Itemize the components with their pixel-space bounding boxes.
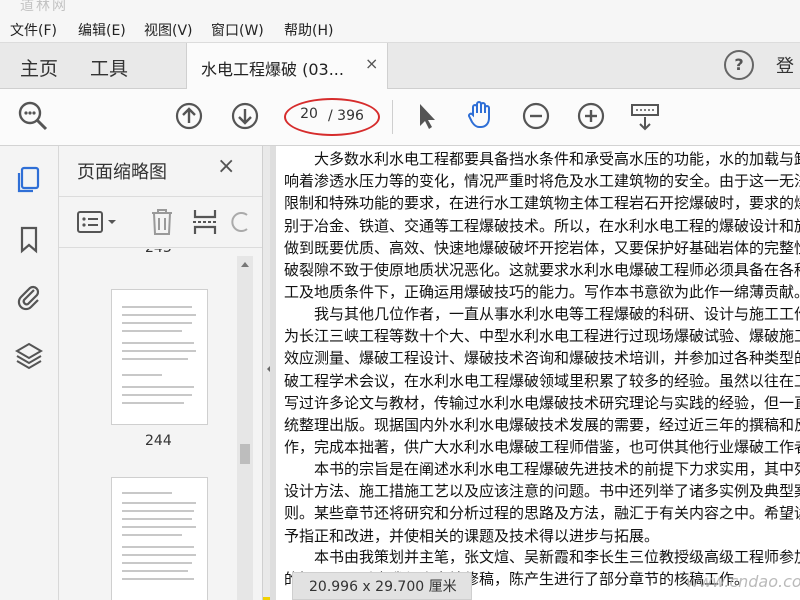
text-line: 统整理出版。现据国内外水利水电爆破技术发展的需要，经过近三年的撰稿和反	[284, 416, 800, 435]
menu-view[interactable]: 视图(V)	[144, 20, 193, 40]
text-line: 别于冶金、铁道、交通等工程爆破技术。所以，在水利水电工程的爆破设计和施工中	[284, 216, 800, 235]
toolbar-separator	[392, 100, 393, 134]
menu-file[interactable]: 文件(F)	[10, 20, 57, 40]
search-icon[interactable]	[16, 99, 50, 133]
text-line: 效应测量、爆破工程设计、爆破技术咨询和爆破技术培训，并参加过各种类型的国	[284, 349, 800, 368]
hand-tool-icon[interactable]	[464, 97, 498, 131]
text-line: 设计方法、施工措施工艺以及应该注意的问题。书中还列举了诸多实例及典型案例	[284, 482, 800, 501]
scrollbar-thumb[interactable]	[240, 444, 250, 464]
scroll-up-icon[interactable]	[240, 260, 250, 268]
text-line: 本书的宗旨是在阐述水利水电工程爆破先进技术的前提下力求实用，其中列	[284, 460, 800, 478]
menu-edit[interactable]: 编辑(E)	[78, 20, 126, 40]
bookmark-icon[interactable]	[14, 224, 44, 254]
document-page: 大多数水利水电工程都要具备挡水条件和承受高水压的功能，水的加载与卸 响着渗透水压力…	[276, 146, 800, 600]
thumbnail-label: 243	[145, 249, 172, 256]
next-page-icon[interactable]	[228, 99, 262, 133]
thumbnails-panel-title: 页面缩略图	[77, 162, 167, 183]
text-line: 工及地质条件下，正确运用爆破技巧的能力。写作本书意欲为此作一绵薄贡献。	[284, 283, 800, 302]
watermark: 道林网	[20, 0, 68, 14]
help-icon[interactable]: ?	[724, 50, 754, 80]
text-line: 做到既要优质、高效、快速地爆破破坏开挖岩体，又要保护好基础岩体的完整性，	[284, 238, 800, 257]
page-size-status: 20.996 x 29.700 厘米	[292, 572, 472, 600]
text-line: 作，完成本拙著，供广大水利水电爆破工程师借鉴，也可供其他行业爆破工作者参考	[284, 438, 800, 457]
menu-bar: 文件(F) 编辑(E) 视图(V) 窗口(W) 帮助(H)	[0, 14, 800, 43]
close-tab-icon[interactable]: ×	[365, 54, 378, 73]
thumbnail-list: 243 244	[59, 249, 237, 600]
thumbnail-scrollbar[interactable]	[237, 256, 253, 600]
page-thumbnail[interactable]	[111, 289, 208, 425]
document-tab-title: 水电工程爆破 (03...	[201, 60, 344, 79]
text-line: 写过许多论文与教材，传输过水利水电爆破技术研究理论与实践的经验，但一直未	[284, 393, 800, 412]
text-line: 本书由我策划并主笔，张文煊、吴新霞和李长生三位教授级高级工程师参加了	[284, 548, 800, 566]
menu-help[interactable]: 帮助(H)	[284, 20, 333, 40]
text-line: 破裂隙不致于使原地质状况恶化。这就要求水利水电爆破工程师必须具备在各种	[284, 261, 800, 280]
select-cursor-icon[interactable]	[410, 99, 444, 133]
tab-tools[interactable]: 工具	[90, 54, 128, 81]
previous-page-icon[interactable]	[172, 99, 206, 133]
login-button[interactable]: 登	[776, 52, 794, 78]
page-thumbnails-icon[interactable]	[14, 165, 44, 195]
text-line: 大多数水利水电工程都要具备挡水条件和承受高水压的功能，水的加载与卸	[284, 150, 800, 168]
tab-bar: 主页 工具	[0, 43, 800, 89]
paragraph: 我与其他几位作者，一直从事水利水电等工程爆破的科研、设计与施工工作。 为长江三峡工…	[284, 303, 800, 458]
toolbar	[0, 89, 800, 146]
thumbnail-toolbar	[59, 196, 262, 248]
highlight-annotation	[284, 98, 380, 136]
thumbnail-label: 244	[145, 433, 172, 449]
attachment-icon[interactable]	[14, 282, 44, 312]
insert-page-icon[interactable]	[191, 207, 219, 237]
text-line: 予指正和改进，并使相关的课题及技术得以进步与拓展。	[284, 526, 660, 545]
paragraph: 本书的宗旨是在阐述水利水电工程爆破先进技术的前提下力求实用，其中列 设计方法、施工…	[284, 458, 800, 547]
document-viewer[interactable]: 大多数水利水电工程都要具备挡水条件和承受高水压的功能，水的加载与卸 响着渗透水压力…	[270, 146, 800, 600]
thumbnail-options-icon[interactable]	[77, 209, 121, 235]
navigation-rail	[0, 146, 59, 600]
page-thumbnail[interactable]	[111, 477, 208, 600]
thumbnails-panel: 页面缩略图 × 243	[59, 146, 263, 600]
text-line: 我与其他几位作者，一直从事水利水电等工程爆破的科研、设计与施工工作。	[284, 305, 800, 323]
zoom-in-icon[interactable]	[574, 99, 608, 133]
text-line: 破工程学术会议，在水利水电工程爆破领域里积累了较多的经验。虽然以往在工作	[284, 371, 800, 390]
menu-window[interactable]: 窗口(W)	[211, 20, 264, 40]
paragraph: 大多数水利水电工程都要具备挡水条件和承受高水压的功能，水的加载与卸 响着渗透水压力…	[284, 148, 800, 303]
zoom-out-icon[interactable]	[519, 99, 553, 133]
close-panel-icon[interactable]: ×	[217, 154, 235, 179]
tab-document[interactable]: 水电工程爆破 (03... ×	[186, 43, 388, 89]
text-line: 则。某些章节还将研究和分析过程的思路及方法，融汇于有关内容之中。希望读者	[284, 504, 800, 523]
text-line: 响着渗透水压力等的变化，情况严重时将危及水工建筑物的安全。由于这一无法改	[284, 172, 800, 191]
delete-page-icon[interactable]	[149, 207, 175, 237]
layers-icon[interactable]	[14, 340, 44, 370]
text-line: 限制和特殊功能的要求，在进行水工建筑物主体工程岩石开挖爆破时，要求的爆破	[284, 194, 800, 213]
tab-home[interactable]: 主页	[20, 54, 58, 81]
text-line: 为长江三峡工程等数十个大、中型水利水电工程进行过现场爆破试验、爆破施工、	[284, 327, 800, 346]
fit-width-icon[interactable]	[628, 99, 662, 133]
page-size-text: 20.996 x 29.700 厘米	[309, 579, 457, 595]
title-bar: 道林网	[0, 0, 800, 14]
bottom-watermark: www.cndao.com	[686, 572, 800, 591]
rotate-page-icon[interactable]	[231, 209, 251, 235]
